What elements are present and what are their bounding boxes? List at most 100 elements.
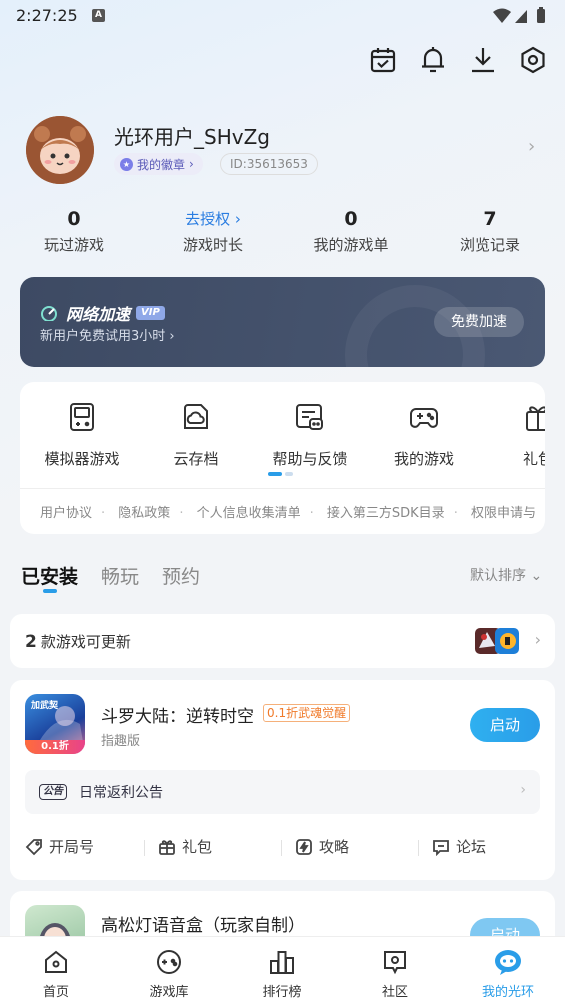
link-permission-request[interactable]: 权限申请与 — [471, 506, 536, 521]
bear-avatar-image — [26, 116, 94, 184]
stat-played-games[interactable]: 0 玩过游戏 — [14, 206, 134, 255]
network-accelerator-card[interactable]: 网络加速 VIP 新用户免费试用3小时 › 免费加速 — [20, 277, 545, 367]
announcement-text: 日常返利公告 — [79, 785, 163, 801]
tool-help-feedback[interactable]: 帮助与反馈 — [255, 400, 365, 469]
community-icon — [355, 947, 435, 977]
nav-label: 我的光环 — [481, 985, 534, 1000]
page-indicator — [268, 472, 294, 476]
tool-cloud-save[interactable]: 云存档 — [141, 400, 251, 469]
bell-icon[interactable] — [419, 44, 447, 76]
game-library-icon — [129, 947, 209, 977]
accelerator-subtitle: 新用户免费试用3小时 › — [40, 329, 175, 344]
announcement-bar[interactable]: 公告 日常返利公告 › — [25, 770, 540, 814]
nav-label: 游戏库 — [149, 985, 189, 1000]
tool-gift-pack[interactable]: 礼包 — [483, 400, 545, 469]
divider — [20, 488, 545, 489]
tool-my-games[interactable]: 我的游戏 — [369, 400, 479, 469]
system-icons — [493, 7, 549, 29]
user-id: ID:35613653 — [220, 153, 318, 175]
cloud-save-icon — [141, 400, 251, 434]
accelerator-title: 网络加速 VIP — [40, 301, 165, 325]
gamepad-icon — [369, 400, 479, 434]
game-title: 斗罗大陆：逆转时空 — [101, 707, 254, 727]
stat-label: 浏览记录 — [459, 236, 520, 254]
game-actions: 开局号 礼包 攻略 论坛 — [25, 836, 540, 860]
nav-label: 排行榜 — [262, 985, 302, 1000]
legal-links: 用户协议 · 隐私政策 · 个人信息收集清单 · 接入第三方SDK目录 · 权限申请与 — [40, 506, 536, 521]
gift-icon — [483, 400, 545, 434]
calendar-check-icon[interactable] — [369, 44, 397, 76]
tools-card: 模拟器游戏 云存档 帮助与反馈 我的游戏 礼包 用户协议· 隐私政策· 个人信息… — [20, 382, 545, 534]
bottom-navigation: 首页 游戏库 排行榜 社区 我的光环 — [0, 936, 565, 1004]
action-strategy[interactable]: 攻略 — [281, 836, 349, 857]
stat-play-time[interactable]: 去授权 › 游戏时长 — [153, 206, 273, 255]
badge-label: 我的徽章 — [137, 157, 186, 172]
home-icon — [16, 947, 96, 977]
chevron-right-icon: › — [520, 782, 526, 798]
tool-label: 礼包 — [522, 450, 545, 468]
gameboy-icon — [27, 400, 137, 434]
help-feedback-icon — [255, 400, 365, 434]
updates-card[interactable]: 2 款游戏可更新 › — [10, 614, 555, 668]
active-tab-indicator — [43, 589, 57, 593]
forum-icon — [433, 839, 449, 856]
tool-label: 模拟器游戏 — [44, 450, 120, 468]
nav-community[interactable]: 社区 — [355, 947, 435, 1000]
my-halo-icon — [468, 947, 548, 977]
link-privacy-policy[interactable]: 隐私政策 — [118, 506, 170, 521]
action-starter-account[interactable]: 开局号 — [25, 836, 94, 857]
stat-game-lists[interactable]: 0 我的游戏单 — [291, 206, 411, 255]
stat-value: 7 — [483, 208, 497, 230]
wifi-signal-battery-icon — [493, 7, 545, 23]
status-time: 2:27:25 — [16, 6, 78, 25]
tool-label: 我的游戏 — [393, 450, 454, 468]
free-accelerate-button[interactable]: 免费加速 — [434, 307, 524, 337]
link-personal-info-list[interactable]: 个人信息收集清单 — [197, 506, 301, 521]
download-icon[interactable] — [469, 44, 497, 76]
stat-browse-history[interactable]: 7 浏览记录 — [430, 206, 550, 255]
tool-emulator-games[interactable]: 模拟器游戏 — [27, 400, 137, 469]
authorize-link[interactable]: 去授权 › — [153, 206, 273, 232]
accelerator-gauge-icon — [41, 306, 57, 321]
tab-reserved[interactable]: 预约 — [162, 562, 200, 589]
notification-a-icon: A — [92, 9, 105, 22]
link-third-party-sdk[interactable]: 接入第三方SDK目录 — [327, 506, 445, 521]
link-user-agreement[interactable]: 用户协议 — [40, 506, 92, 521]
username: 光环用户_SHvZg — [114, 125, 270, 149]
nav-ranking[interactable]: 排行榜 — [242, 947, 322, 1000]
status-bar: 2:27:25 A — [0, 0, 565, 32]
stat-label: 我的游戏单 — [313, 236, 389, 254]
nav-game-library[interactable]: 游戏库 — [129, 947, 209, 1000]
update-game-thumbnails — [475, 628, 519, 654]
sort-dropdown[interactable]: 默认排序 ⌄ — [470, 565, 542, 585]
nav-my-halo[interactable]: 我的光环 — [468, 947, 548, 1000]
chevron-right-icon: › — [189, 157, 194, 171]
chevron-down-icon: ⌄ — [530, 568, 543, 584]
settings-hexagon-icon[interactable] — [519, 44, 547, 76]
gift-icon — [159, 839, 175, 855]
badge-star-icon: ★ — [120, 157, 133, 171]
stat-label: 玩过游戏 — [43, 236, 104, 254]
game-icon[interactable]: 加武契 0.1折 — [25, 694, 85, 754]
tab-installed[interactable]: 已安装 — [21, 562, 78, 589]
launch-button[interactable]: 启动 — [470, 708, 540, 742]
game-card: 加武契 0.1折 斗罗大陆：逆转时空 0.1折武魂觉醒 指趣版 启动 公告 日常… — [10, 680, 555, 880]
stat-label: 游戏时长 — [182, 236, 243, 254]
tag-icon — [25, 838, 42, 855]
nav-label: 社区 — [381, 985, 408, 1000]
updates-text: 2 款游戏可更新 — [25, 632, 131, 652]
action-forum[interactable]: 论坛 — [418, 836, 486, 857]
avatar[interactable] — [26, 116, 94, 184]
strategy-icon — [296, 838, 312, 855]
my-badge-button[interactable]: ★ 我的徽章 › — [114, 153, 203, 175]
announcement-badge-icon: 公告 — [39, 784, 67, 800]
game-title: 高松灯语音盒（玩家自制） — [101, 916, 305, 936]
vip-badge: VIP — [136, 306, 165, 320]
action-gift-pack[interactable]: 礼包 — [144, 836, 212, 857]
profile-chevron-right-icon[interactable]: › — [528, 136, 535, 157]
stat-value: 0 — [67, 208, 81, 230]
top-actions — [369, 44, 547, 76]
nav-label: 首页 — [42, 985, 69, 1000]
tab-play[interactable]: 畅玩 — [101, 562, 139, 589]
nav-home[interactable]: 首页 — [16, 947, 96, 1000]
